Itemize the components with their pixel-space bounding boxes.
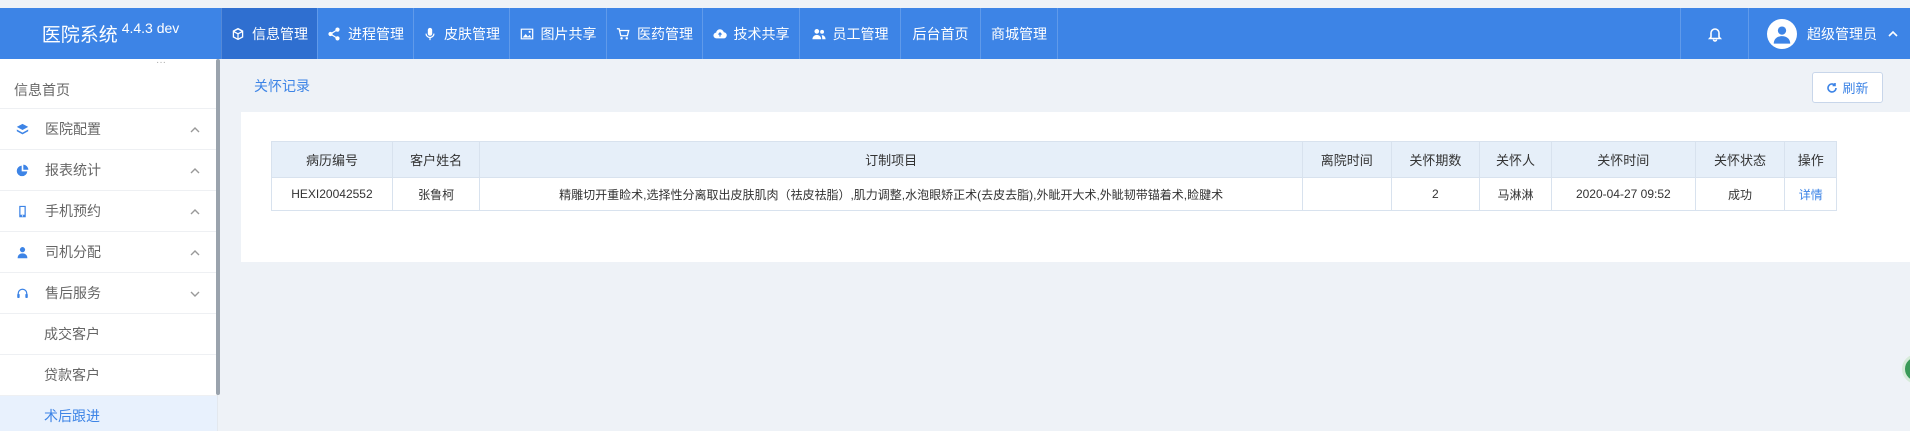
nav-item-staff[interactable]: 员工管理	[799, 8, 900, 59]
cell-care-period: 2	[1390, 177, 1481, 211]
user-name: 超级管理员	[1807, 25, 1877, 42]
chevron-up-icon	[1888, 30, 1898, 37]
nav-label: 医药管理	[637, 25, 693, 42]
sidebar-item-home[interactable]: 信息首页	[0, 72, 217, 109]
column-header: 病历编号	[271, 141, 393, 178]
refresh-label: 刷新	[1842, 81, 1869, 96]
bell-icon	[1707, 27, 1722, 42]
cell-custom-items: 精雕切开重睑术,选择性分离取出皮肤肌肉（祛皮祛脂）,肌力调整,水泡眼矫正术(去皮…	[479, 177, 1303, 211]
nav-item-info[interactable]: 信息管理	[221, 8, 317, 59]
microphone-icon	[425, 27, 435, 40]
chevron-down-icon	[190, 291, 200, 297]
nav-label: 信息管理	[252, 25, 308, 42]
nav-item-backend-home[interactable]: 后台首页	[900, 8, 980, 59]
cell-care-status: 成功	[1694, 177, 1786, 211]
column-header: 操作	[1784, 141, 1837, 178]
notifications-button[interactable]	[1680, 8, 1748, 59]
chevron-up-icon	[190, 127, 200, 133]
chevron-up-icon	[190, 209, 200, 215]
user-menu[interactable]: 超级管理员	[1748, 8, 1910, 59]
cell-care-time: 2020-04-27 09:52	[1550, 177, 1696, 211]
headset-icon	[17, 288, 28, 298]
sidebar-item-mobile-booking[interactable]: 手机预约	[0, 191, 217, 232]
main-nav: 信息管理 进程管理 皮肤管理 图片共享 医药管理 技术共享 员工管理 后台首页	[221, 8, 1058, 59]
nav-label: 进程管理	[348, 25, 404, 42]
nav-label: 技术共享	[733, 25, 790, 42]
user-icon	[17, 246, 28, 258]
sidebar-item-label: 医院配置	[45, 121, 101, 137]
column-header: 关怀时间	[1550, 141, 1696, 178]
avatar	[1767, 18, 1797, 49]
sidebar-scrollbar[interactable]	[216, 59, 220, 395]
nav-label: 员工管理	[832, 25, 889, 42]
details-link[interactable]: 详情	[1784, 177, 1837, 211]
chevron-up-icon	[190, 168, 200, 174]
nav-item-skin[interactable]: 皮肤管理	[413, 8, 509, 59]
column-header: 关怀状态	[1694, 141, 1786, 178]
sidebar-item-reports[interactable]: 报表统计	[0, 150, 217, 191]
cell-record-id: HEXI20042552	[271, 177, 393, 211]
nav-item-tech[interactable]: 技术共享	[702, 8, 799, 59]
user-avatar-icon	[1773, 25, 1791, 44]
top-navbar: 医院系统 4.4.3 dev 信息管理 进程管理 皮肤管理 图片共享 医药管理 …	[0, 8, 1910, 59]
sidebar-item-driver-assignment[interactable]: 司机分配	[0, 232, 217, 273]
nav-item-images[interactable]: 图片共享	[509, 8, 606, 59]
sidebar-item-hospital-config[interactable]: 医院配置	[0, 109, 217, 150]
care-records-table: 病历编号 客户姓名 订制项目 离院时间 关怀期数 关怀人 关怀时间 关怀状态 操…	[271, 141, 1837, 211]
sidebar-item-label: 司机分配	[45, 244, 101, 260]
nav-label: 商城管理	[991, 25, 1047, 42]
sidebar-item-after-sales[interactable]: 售后服务	[0, 273, 217, 314]
users-icon	[811, 28, 826, 39]
table-header-row: 病历编号 客户姓名 订制项目 离院时间 关怀期数 关怀人 关怀时间 关怀状态 操…	[271, 141, 1837, 178]
nav-label: 皮肤管理	[444, 25, 500, 42]
column-header: 关怀期数	[1390, 141, 1481, 178]
cube-icon	[232, 27, 244, 40]
page-title: 关怀记录	[254, 78, 310, 94]
column-header: 订制项目	[479, 141, 1303, 178]
nav-label: 图片共享	[540, 25, 597, 42]
nav-item-process[interactable]: 进程管理	[317, 8, 413, 59]
share-icon	[328, 27, 340, 40]
cloud-upload-icon	[712, 28, 727, 38]
cart-icon	[616, 27, 630, 40]
image-icon	[520, 28, 533, 39]
layers-icon	[16, 123, 29, 134]
brand-version: 4.4.3 dev	[121, 19, 180, 36]
sidebar-subitem-post-op-followup[interactable]: 术后跟进	[0, 396, 217, 431]
nav-label: 后台首页	[912, 25, 969, 42]
chevron-up-icon	[190, 250, 200, 256]
nav-item-medicine[interactable]: 医药管理	[606, 8, 702, 59]
column-header: 客户姓名	[391, 141, 481, 178]
mobile-icon	[19, 205, 26, 217]
sidebar: ··· 信息首页 医院配置 报表统计 手机预约 司机分配 售后服务 成交客户 贷…	[0, 59, 218, 431]
sidebar-item-label: 售后服务	[45, 285, 101, 301]
column-header: 离院时间	[1301, 141, 1392, 178]
sidebar-item-label: 报表统计	[45, 162, 101, 178]
table-row: HEXI20042552 张鲁柯 精雕切开重睑术,选择性分离取出皮肤肌肉（祛皮祛…	[271, 177, 1837, 211]
care-records-panel: 病历编号 客户姓名 订制项目 离院时间 关怀期数 关怀人 关怀时间 关怀状态 操…	[241, 112, 1910, 262]
cell-customer-name: 张鲁柯	[391, 177, 481, 211]
cell-discharge-time	[1301, 177, 1392, 211]
nav-item-mall[interactable]: 商城管理	[980, 8, 1058, 59]
cell-caregiver: 马淋淋	[1479, 177, 1552, 211]
sidebar-item-label: 手机预约	[45, 203, 101, 219]
refresh-button[interactable]: 刷新	[1812, 72, 1883, 103]
ellipsis-icon: ···	[156, 59, 166, 68]
refresh-icon	[1827, 82, 1838, 93]
pie-chart-icon	[16, 164, 29, 176]
sidebar-subitem-loan-customers[interactable]: 贷款客户	[0, 355, 217, 396]
column-header: 关怀人	[1479, 141, 1552, 178]
sidebar-subitem-closed-customers[interactable]: 成交客户	[0, 314, 217, 355]
brand[interactable]: 医院系统 4.4.3 dev	[0, 8, 221, 59]
brand-name: 医院系统	[41, 25, 118, 46]
main-content: 关怀记录 刷新 病历编号 客户姓名 订制项目 离院时间 关怀期数 关怀人 关怀时…	[221, 59, 1910, 431]
